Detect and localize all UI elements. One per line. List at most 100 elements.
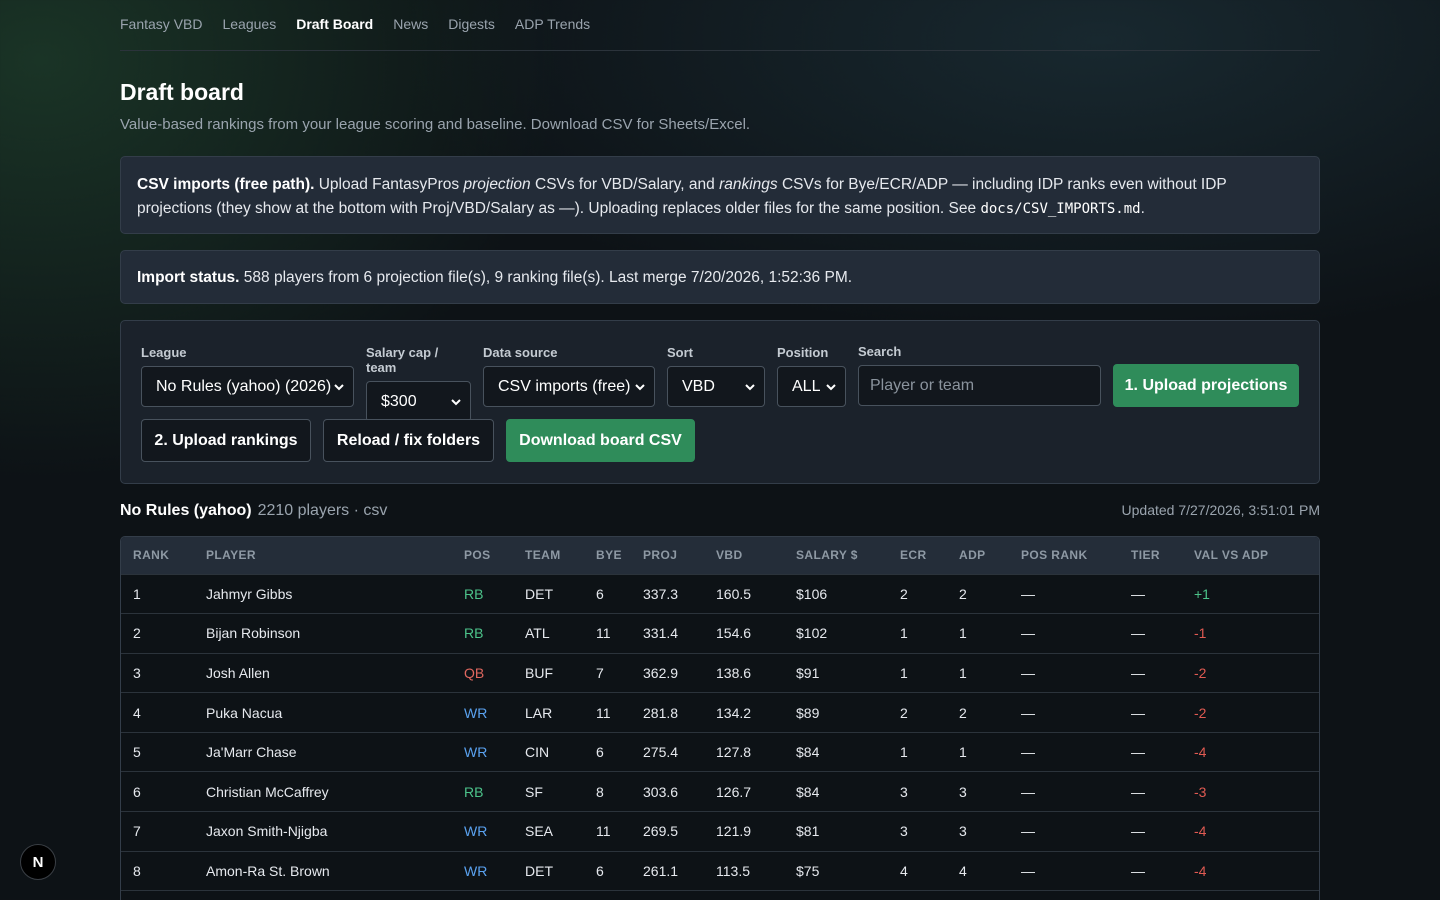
col-ecr[interactable]: ECR <box>888 537 947 574</box>
cell-vbd: 121.9 <box>716 823 752 840</box>
col-salary[interactable]: SALARY $ <box>784 537 888 574</box>
table-row[interactable]: 3 Josh Allen QB BUF 7 362.9 138.6 $91 1 1 — — -2 <box>121 653 1319 693</box>
reload-folders-button[interactable]: Reload / fix folders <box>323 419 494 462</box>
cell-adp: 2 <box>959 585 967 602</box>
board-summary: No Rules (yahoo) 2210 players · csv <box>120 502 387 520</box>
cell-bye: 11 <box>596 704 611 721</box>
cell-bye: 11 <box>596 625 611 642</box>
col-team[interactable]: TEAM <box>513 537 584 574</box>
search-label: Search <box>858 344 902 359</box>
cell-player: Puka Nacua <box>206 704 283 721</box>
table-row[interactable]: 8 Amon-Ra St. Brown WR DET 6 261.1 113.5 $75 4 4 —… <box>121 851 1319 891</box>
cell-player: Ja'Marr Chase <box>206 744 297 761</box>
table-row[interactable]: 9 <box>121 890 1319 900</box>
table-row[interactable]: 2 Bijan Robinson RB ATL 11 331.4 154.6 $102 1 1— —… <box>121 613 1319 654</box>
cell-team: CIN <box>525 744 550 761</box>
cell-rank: 1 <box>133 585 141 602</box>
cell-ecr: 1 <box>900 625 908 642</box>
col-pos-rank[interactable]: POS RANK <box>1009 537 1119 574</box>
cell-adp: 4 <box>959 862 967 879</box>
cell-rank: 9 <box>121 891 194 900</box>
cell-pos: RB <box>464 625 484 642</box>
cell-team: ATL <box>525 625 550 642</box>
col-pos[interactable]: POS <box>452 537 513 574</box>
col-bye[interactable]: BYE <box>584 537 631 574</box>
cell-salary: $89 <box>796 704 820 721</box>
cell-bye: 8 <box>596 783 604 800</box>
chevron-down-icon <box>826 383 836 390</box>
nav-adp-trends[interactable]: ADP Trends <box>515 16 590 32</box>
sort-select[interactable]: VBD <box>667 366 765 407</box>
table-row[interactable]: 4 Puka Nacua WR LAR 11 281.8 134.2 $89 2 2 — — -2 <box>121 692 1319 733</box>
cell-adp: 1 <box>959 744 967 761</box>
upload-rankings-button[interactable]: 2. Upload rankings <box>141 419 311 462</box>
salary-cap-select[interactable]: $300 <box>366 381 471 422</box>
cell-bye: 11 <box>596 823 611 840</box>
cell-tier: — <box>1131 704 1145 721</box>
top-nav: Fantasy VBD Leagues Draft Board News Dig… <box>120 0 1320 51</box>
nav-fantasy-vbd[interactable]: Fantasy VBD <box>120 16 202 32</box>
cell-bye: 6 <box>596 862 604 879</box>
dev-badge[interactable]: N <box>20 844 56 880</box>
cell-tier <box>1119 891 1182 900</box>
csv-imports-info: CSV imports (free path). Upload FantasyP… <box>120 156 1320 234</box>
table-row[interactable]: 7 Jaxon Smith-Njigba WR SEA 11 269.5 121.9 $81 3… <box>121 811 1319 852</box>
salary-cap-field: Salary cap / team $300 <box>366 345 471 422</box>
nav-digests[interactable]: Digests <box>448 16 495 32</box>
cell-val: +1 <box>1194 585 1210 602</box>
app-container: Fantasy VBD Leagues Draft Board News Dig… <box>120 0 1320 900</box>
table-row[interactable]: 1 Jahmyr Gibbs RB DET 6 337.3 160.5 $106 2 2 — — +1 <box>121 574 1319 614</box>
table-body: 1 Jahmyr Gibbs RB DET 6 337.3 160.5 $106 2 2 — — +1 2… <box>121 574 1319 900</box>
nav-news[interactable]: News <box>393 16 428 32</box>
upload-projections-button[interactable]: 1. Upload projections <box>1113 364 1299 407</box>
download-csv-button[interactable]: Download board CSV <box>506 419 695 462</box>
col-player[interactable]: PLAYER <box>194 537 452 574</box>
col-proj[interactable]: PROJ <box>631 537 704 574</box>
cell-proj: 362.9 <box>643 664 679 681</box>
cell-pos: QB <box>464 664 485 681</box>
cell-val: -4 <box>1194 823 1207 840</box>
cell-salary: $84 <box>796 783 820 800</box>
cell-team: BUF <box>525 664 553 681</box>
data-source-label: Data source <box>483 345 558 360</box>
col-tier[interactable]: TIER <box>1119 537 1182 574</box>
salary-cap-value: $300 <box>381 392 417 410</box>
data-source-select[interactable]: CSV imports (free) <box>483 366 655 407</box>
position-value: ALL <box>792 377 821 395</box>
col-adp[interactable]: ADP <box>947 537 1009 574</box>
col-rank[interactable]: RANK <box>121 537 194 574</box>
cell-salary: $81 <box>796 823 820 840</box>
cell-vbd: 154.6 <box>716 625 752 642</box>
cell-team <box>513 891 584 900</box>
search-input[interactable]: Player or team <box>858 365 1101 406</box>
updated-timestamp: Updated 7/27/2026, 3:51:01 PM <box>1121 502 1320 518</box>
cell-tier: — <box>1131 862 1145 879</box>
col-val-vs-adp[interactable]: VAL VS ADP <box>1182 537 1319 574</box>
cell-ecr: 3 <box>900 823 908 840</box>
cell-pos: WR <box>464 744 488 761</box>
table-row[interactable]: 5 Ja'Marr Chase WR CIN 6 275.4 127.8 $84 1 1 — — -4 <box>121 732 1319 772</box>
cell-proj: 261.1 <box>643 862 679 879</box>
player-count: 2210 players · csv <box>257 502 388 519</box>
position-select[interactable]: ALL <box>777 366 846 407</box>
cell-ecr: 3 <box>900 783 908 800</box>
cell-proj: 331.4 <box>643 625 679 642</box>
league-name: No Rules (yahoo) <box>120 502 252 519</box>
cell-bye: 6 <box>596 744 604 761</box>
info-text-2: CSVs for VBD/Salary, and <box>530 176 720 193</box>
table-row[interactable]: 6 Christian McCaffrey RB SF 8 303.6 126.7 $84 3 3… <box>121 771 1319 812</box>
cell-ecr: 2 <box>900 704 908 721</box>
cell-pos: RB <box>464 585 484 602</box>
nav-leagues[interactable]: Leagues <box>222 16 276 32</box>
cell-rank: 7 <box>133 823 141 840</box>
page-subtitle: Value-based rankings from your league sc… <box>120 116 751 133</box>
cell-proj: 269.5 <box>643 823 679 840</box>
cell-ecr: 1 <box>900 664 908 681</box>
cell-team: SF <box>525 783 543 800</box>
col-vbd[interactable]: VBD <box>704 537 784 574</box>
cell-val: -3 <box>1194 783 1207 800</box>
cell-salary: $75 <box>796 862 820 879</box>
cell-rank: 2 <box>133 625 141 642</box>
nav-draft-board[interactable]: Draft Board <box>296 16 373 32</box>
league-select[interactable]: No Rules (yahoo) (2026) <box>141 366 354 407</box>
